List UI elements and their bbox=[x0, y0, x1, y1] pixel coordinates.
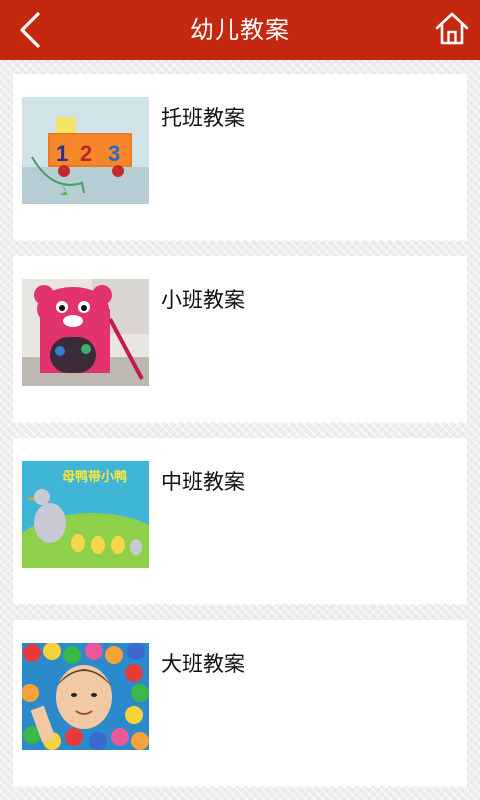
category-label: 托班教案 bbox=[161, 106, 245, 130]
app-header: 幼儿教案 bbox=[0, 0, 480, 60]
category-label: 中班教案 bbox=[161, 470, 245, 494]
category-card-zhongban[interactable]: 母鸭带小鸭 中班教案 bbox=[13, 438, 467, 610]
category-thumbnail bbox=[22, 279, 149, 386]
page-title: 幼儿教案 bbox=[190, 16, 290, 44]
home-button[interactable] bbox=[434, 10, 470, 48]
category-label: 大班教案 bbox=[161, 652, 245, 676]
svg-text:2: 2 bbox=[80, 141, 92, 166]
category-card-daban[interactable]: 大班教案 bbox=[13, 620, 467, 792]
svg-text:母鸭带小鸭: 母鸭带小鸭 bbox=[62, 469, 127, 485]
category-card-xiaoban[interactable]: 小班教案 bbox=[13, 256, 467, 428]
category-thumbnail: 母鸭带小鸭 bbox=[22, 461, 149, 568]
svg-text:1: 1 bbox=[56, 141, 68, 166]
category-thumbnail bbox=[22, 643, 149, 750]
category-card-toban[interactable]: 1 2 3 托班教案 bbox=[13, 74, 467, 246]
category-label: 小班教案 bbox=[161, 288, 245, 312]
svg-text:3: 3 bbox=[108, 141, 120, 166]
home-icon bbox=[435, 12, 469, 45]
category-thumbnail: 1 2 3 bbox=[22, 97, 149, 204]
